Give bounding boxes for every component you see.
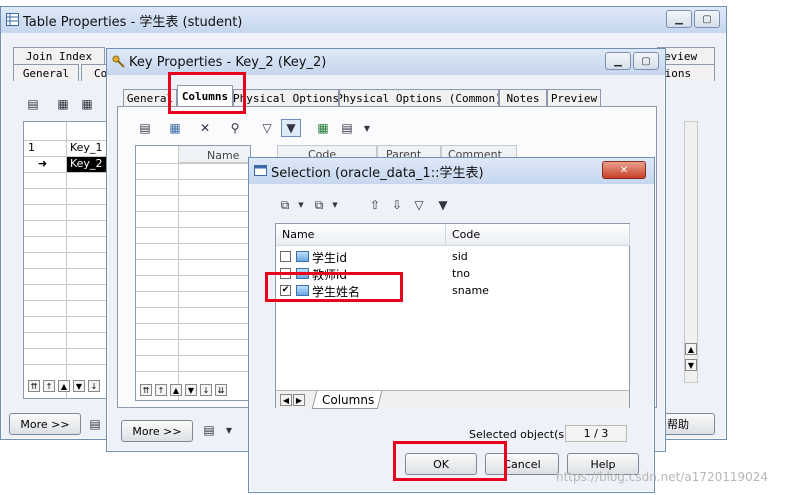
move-down-page-button[interactable]: ↓ (88, 380, 100, 392)
column-icon (296, 285, 309, 296)
column-header-name[interactable]: Name (207, 149, 239, 162)
add-columns-icon[interactable]: ▦ (165, 119, 185, 137)
table-properties-title: Table Properties - 学生表 (student) (23, 14, 243, 30)
print-icon[interactable]: ▤ (85, 415, 105, 433)
filter-icon[interactable]: ▽ (409, 196, 429, 214)
item-code: sname (452, 284, 489, 297)
table-icon (6, 13, 19, 26)
tab-columns-partial[interactable]: Co (81, 64, 109, 81)
filter-icon[interactable]: ▽ (257, 119, 277, 137)
close-button[interactable]: ✕ (602, 161, 646, 179)
chevron-down-icon[interactable]: ▼ (219, 421, 239, 439)
selection-title: Selection (oracle_data_1::学生表) (271, 165, 484, 181)
list-item[interactable]: ✔ 学生姓名 sname (276, 282, 629, 299)
key-name-cell[interactable]: Key_1 (70, 141, 102, 154)
tab-general[interactable]: General (123, 89, 177, 106)
tab-join-index[interactable]: Join Index (13, 47, 105, 64)
excel-export-icon[interactable]: ▦ (313, 119, 333, 137)
scroll-bottom-button[interactable]: ▼ (685, 359, 697, 371)
customize-columns-icon[interactable]: ▼ (433, 196, 453, 214)
tab-columns-label: Columns (322, 393, 375, 407)
grid-header: Name (179, 146, 250, 163)
key-columns-grid: Name ⇈ ↑ ▲ ▼ ↓ ⇊ (135, 145, 251, 401)
list-item[interactable]: 学生id sid (276, 248, 629, 265)
key-name-cell[interactable]: Key_2 (70, 157, 102, 170)
table-properties-titlebar[interactable]: Table Properties - 学生表 (student) ▁ ▢ (1, 7, 726, 33)
item-name: 学生id (312, 251, 347, 265)
move-top-icon[interactable]: ⇧ (365, 196, 385, 214)
key-icon (112, 55, 125, 68)
column-icon (296, 268, 309, 279)
chevron-down-icon[interactable]: ▼ (357, 119, 377, 137)
minimize-button[interactable]: ▁ (605, 52, 631, 70)
tab-columns[interactable]: Columns (177, 85, 233, 106)
item-checkbox-checked[interactable]: ✔ (280, 285, 291, 296)
insert-row-icon[interactable]: ▦ (53, 95, 73, 113)
delete-icon[interactable]: ✕ (195, 119, 215, 137)
keys-grid: 1 Key_1 ➜ Key_2 ⇈ ↑ ▲ ▼ ↓ (23, 121, 107, 399)
move-bottom-icon[interactable]: ⇩ (387, 196, 407, 214)
chevron-down-icon[interactable]: ▼ (291, 196, 311, 214)
key-properties-titlebar[interactable]: Key Properties - Key_2 (Key_2) ▁ ▢ (107, 49, 665, 75)
selected-count-field: 1 / 3 (565, 425, 627, 442)
list-tab-strip: ◀ ▶ Columns (276, 390, 629, 409)
item-name: 学生姓名 (312, 285, 361, 299)
item-checkbox[interactable] (280, 251, 291, 262)
scroll-top-button[interactable]: ▲ (685, 343, 697, 355)
properties-icon[interactable]: ▤ (135, 119, 155, 137)
add-row-icon[interactable]: ▦ (77, 95, 97, 113)
move-up-button[interactable]: ▲ (170, 384, 182, 396)
column-header-code[interactable]: Code (446, 224, 630, 246)
selection-titlebar[interactable]: Selection (oracle_data_1::学生表) ✕ (249, 158, 654, 184)
customize-columns-icon[interactable]: ▼ (281, 119, 301, 137)
move-down-button[interactable]: ▼ (185, 384, 197, 396)
scroll-right-button[interactable]: ▶ (293, 394, 305, 406)
selection-dialog: Selection (oracle_data_1::学生表) ✕ ⧉ ▼ ⧉ ▼… (248, 157, 655, 493)
column-header-name[interactable]: Name (276, 224, 446, 246)
key-properties-title: Key Properties - Key_2 (Key_2) (129, 54, 327, 70)
selection-list: Name Code 学生id sid 教师id tno ✔ 学生姓名 sname… (275, 223, 630, 409)
item-name: 教师id (312, 268, 347, 282)
more-button[interactable]: More >> (9, 413, 81, 435)
move-bottom-button[interactable]: ⇊ (215, 384, 227, 396)
print-icon[interactable]: ▤ (337, 119, 357, 137)
tab-notes[interactable]: Notes (499, 89, 547, 106)
column-icon (296, 251, 309, 262)
scroll-left-button[interactable]: ◀ (280, 394, 292, 406)
row-pointer-icon: ➜ (38, 157, 48, 170)
tab-physical-options-common[interactable]: Physical Options (Common) (339, 89, 499, 106)
list-item[interactable]: 教师id tno (276, 265, 629, 282)
tab-preview[interactable]: Preview (547, 89, 601, 106)
move-top-button[interactable]: ⇈ (28, 380, 40, 392)
item-checkbox[interactable] (280, 268, 291, 279)
move-up-page-button[interactable]: ↑ (155, 384, 167, 396)
ok-button[interactable]: OK (405, 453, 477, 475)
item-code: tno (452, 267, 471, 280)
dialog-icon (254, 165, 267, 176)
minimize-button[interactable]: ▁ (666, 10, 692, 28)
more-button[interactable]: More >> (121, 420, 193, 442)
tab-physical-options[interactable]: Physical Options (233, 89, 339, 106)
move-top-button[interactable]: ⇈ (140, 384, 152, 396)
cancel-button[interactable]: Cancel (485, 453, 559, 475)
watermark-text: https://blog.csdn.net/a1720119024 (556, 470, 769, 484)
item-code: sid (452, 250, 468, 263)
move-up-page-button[interactable]: ↑ (43, 380, 55, 392)
selected-objects-label: Selected object(s): (469, 428, 573, 441)
tab-general[interactable]: General (13, 64, 79, 81)
move-down-button[interactable]: ▼ (73, 380, 85, 392)
move-down-page-button[interactable]: ↓ (200, 384, 212, 396)
chevron-down-icon[interactable]: ▼ (325, 196, 345, 214)
find-icon[interactable]: ⚲ (225, 119, 245, 137)
properties-icon[interactable]: ▤ (23, 95, 43, 113)
move-up-button[interactable]: ▲ (58, 380, 70, 392)
maximize-button[interactable]: ▢ (633, 52, 659, 70)
print-icon[interactable]: ▤ (199, 421, 219, 439)
maximize-button[interactable]: ▢ (694, 10, 720, 28)
table-row: 1 (28, 141, 35, 154)
